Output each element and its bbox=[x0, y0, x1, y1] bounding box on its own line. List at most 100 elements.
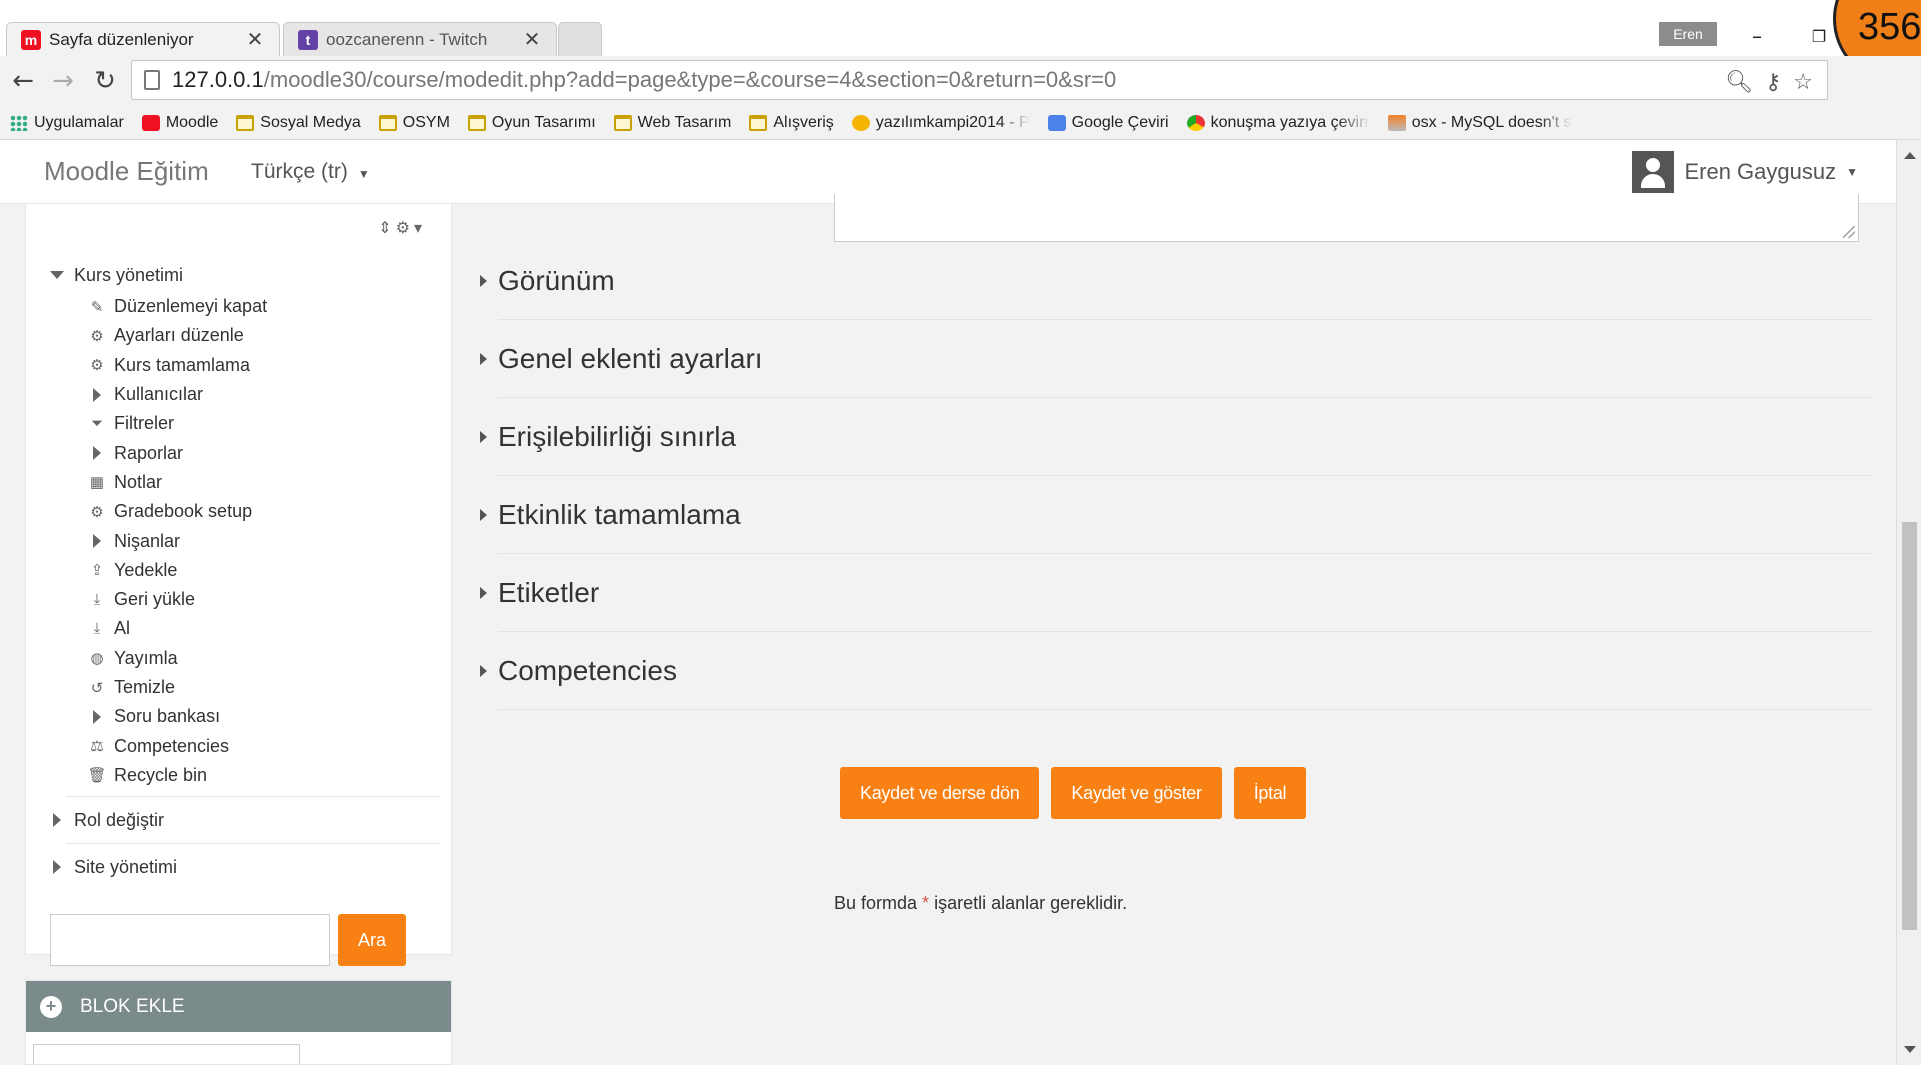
browser-tab-active[interactable]: m Sayfa düzenleniyor ✕ bbox=[6, 22, 280, 56]
browser-tab-twitch[interactable]: t oozcanerenn - Twitch ✕ bbox=[283, 22, 557, 56]
bookmark-folder[interactable]: OSYM bbox=[378, 114, 450, 132]
bookmark-link[interactable]: Google Çeviri bbox=[1047, 114, 1169, 132]
site-brand[interactable]: Moodle Eğitim bbox=[44, 156, 209, 187]
block-actions[interactable]: ⇕⚙▾ bbox=[378, 218, 426, 238]
globe-icon: ◍ bbox=[90, 650, 104, 668]
download-icon: ⤓ bbox=[93, 591, 101, 609]
search-button[interactable]: Ara bbox=[338, 914, 406, 966]
bookmark-folder[interactable]: Oyun Tasarımı bbox=[467, 114, 596, 132]
section-restrict-access[interactable]: Erişilebilirliği sınırla bbox=[480, 398, 1872, 476]
tree-item-competencies[interactable]: ⚖ Competencies bbox=[46, 731, 441, 760]
bookmark-link[interactable]: osx - MySQL doesn't s bbox=[1387, 114, 1572, 132]
pencil-icon: ✎ bbox=[90, 298, 104, 316]
language-menu[interactable]: Türkçe (tr) ▼ bbox=[251, 160, 370, 184]
new-tab-button[interactable] bbox=[558, 22, 602, 56]
scroll-down-icon[interactable] bbox=[1904, 1046, 1916, 1053]
expand-arrow-icon bbox=[480, 587, 487, 599]
tree-item-gradebook-setup[interactable]: ⚙ Gradebook setup bbox=[46, 497, 441, 526]
gear-icon: ⚙ bbox=[90, 357, 104, 375]
tree-item-restore[interactable]: ⤓ Geri yükle bbox=[46, 585, 441, 614]
restore-icon[interactable]: ❐ bbox=[1804, 22, 1834, 50]
content-editor[interactable] bbox=[834, 194, 1859, 242]
tree-item-edit-off[interactable]: ✎ Düzenlemeyi kapat bbox=[46, 292, 441, 321]
add-block-select[interactable] bbox=[33, 1044, 300, 1065]
close-tab-icon[interactable]: ✕ bbox=[522, 27, 542, 52]
bookmark-folder[interactable]: Web Tasarım bbox=[613, 114, 731, 132]
tree-item-filters[interactable]: ⏷ Filtreler bbox=[46, 409, 441, 438]
window-bottom-edge bbox=[0, 1065, 1921, 1080]
competencies-icon: ⚖ bbox=[90, 738, 104, 756]
tree-item-users[interactable]: Kullanıcılar bbox=[46, 380, 441, 409]
expand-arrow-icon bbox=[480, 431, 487, 443]
tree-node-site-admin[interactable]: Site yönetimi bbox=[46, 850, 441, 884]
scroll-up-icon[interactable] bbox=[1904, 152, 1916, 159]
forward-arrow-icon[interactable]: → bbox=[48, 66, 78, 96]
page-icon bbox=[144, 70, 160, 90]
add-block-header[interactable]: + BLOK EKLE bbox=[26, 981, 451, 1032]
tree-node-course-admin[interactable]: Kurs yönetimi bbox=[46, 258, 441, 292]
tab-strip: m Sayfa düzenleniyor ✕ t oozcanerenn - T… bbox=[0, 0, 1921, 84]
folder-icon bbox=[236, 114, 255, 131]
address-bar-row: ← → ↻ 127.0.0.1/moodle30/course/modedit.… bbox=[0, 56, 1921, 148]
resize-grip-icon[interactable] bbox=[1843, 226, 1855, 238]
avatar bbox=[1632, 150, 1675, 193]
tree-item-badges[interactable]: Nişanlar bbox=[46, 526, 441, 555]
save-and-display-button[interactable]: Kaydet ve göster bbox=[1051, 767, 1222, 819]
add-block-panel: + BLOK EKLE bbox=[25, 980, 452, 1065]
minimize-icon[interactable]: – bbox=[1742, 22, 1772, 50]
bookmark-moodle[interactable]: Moodle bbox=[141, 114, 218, 132]
save-and-return-button[interactable]: Kaydet ve derse dön bbox=[840, 767, 1040, 819]
tree-item-backup[interactable]: ⇪ Yedekle bbox=[46, 556, 441, 585]
close-tab-icon[interactable]: ✕ bbox=[245, 27, 265, 52]
bookmark-folder[interactable]: Alışveriş bbox=[749, 114, 834, 132]
move-icon[interactable]: ⇕ bbox=[378, 220, 395, 237]
tree-item-grades[interactable]: ▦ Notlar bbox=[46, 468, 441, 497]
required-fields-note: Bu formda * işaretli alanlar gereklidir. bbox=[834, 893, 1128, 913]
section-tags[interactable]: Etiketler bbox=[480, 554, 1872, 632]
collapse-arrow-icon bbox=[46, 265, 68, 285]
url-host: 127.0.0.1 bbox=[172, 67, 264, 92]
key-icon[interactable]: ⚷ bbox=[1765, 69, 1781, 95]
scrollbar-thumb[interactable] bbox=[1902, 522, 1917, 930]
admin-search-input[interactable] bbox=[50, 914, 330, 966]
tree-item-recycle-bin[interactable]: 🗑︎ Recycle bin bbox=[46, 761, 441, 790]
tree-item-reports[interactable]: Raporlar bbox=[46, 438, 441, 467]
cancel-button[interactable]: İptal bbox=[1233, 767, 1307, 819]
url-input[interactable]: 127.0.0.1/moodle30/course/modedit.php?ad… bbox=[131, 60, 1828, 100]
expand-arrow-icon bbox=[480, 353, 487, 365]
caret-down-icon: ▼ bbox=[1846, 164, 1858, 179]
profile-badge[interactable]: Eren bbox=[1659, 22, 1717, 46]
expand-arrow-icon bbox=[480, 509, 487, 521]
zoom-icon[interactable]: 🔍︎ bbox=[1725, 69, 1753, 95]
user-menu[interactable]: Eren Gaygusuz ▼ bbox=[1632, 150, 1858, 193]
tree-item-edit-settings[interactable]: ⚙ Ayarları düzenle bbox=[46, 321, 441, 350]
expand-arrow-icon bbox=[46, 857, 68, 877]
page-scrollbar[interactable] bbox=[1896, 140, 1921, 1065]
folder-icon bbox=[378, 114, 397, 131]
bookmark-star-icon[interactable]: ☆ bbox=[1793, 69, 1813, 95]
section-activity-completion[interactable]: Etkinlik tamamlama bbox=[480, 476, 1872, 554]
bookmark-link[interactable]: konuşma yazıya çevirr bbox=[1186, 114, 1370, 132]
bookmark-apps[interactable]: Uygulamalar bbox=[10, 114, 124, 132]
url-path: /moodle30/course/modedit.php?add=page&ty… bbox=[263, 67, 1117, 92]
gear-icon[interactable]: ⚙▾ bbox=[396, 220, 426, 237]
upload-icon: ⇪ bbox=[90, 562, 104, 580]
bookmarks-bar: Uygulamalar Moodle Sosyal Medya OSYM Oyu… bbox=[0, 106, 1921, 140]
tiger-icon bbox=[851, 114, 870, 131]
section-common-module-settings[interactable]: Genel eklenti ayarları bbox=[480, 320, 1872, 398]
filter-icon: ⏷ bbox=[90, 415, 103, 433]
reload-icon[interactable]: ↻ bbox=[90, 66, 120, 96]
tree-item-publish[interactable]: ◍ Yayımla bbox=[46, 644, 441, 673]
expand-arrow-icon bbox=[86, 385, 108, 405]
section-competencies[interactable]: Competencies bbox=[480, 632, 1872, 710]
expand-arrow-icon bbox=[86, 531, 108, 551]
bookmark-folder[interactable]: Sosyal Medya bbox=[236, 114, 361, 132]
back-arrow-icon[interactable]: ← bbox=[8, 66, 38, 96]
tree-node-switch-role[interactable]: Rol değiştir bbox=[46, 803, 441, 837]
bookmark-link[interactable]: yazılımkampi2014 - P bbox=[851, 114, 1030, 132]
section-appearance[interactable]: Görünüm bbox=[480, 242, 1872, 320]
tree-item-course-completion[interactable]: ⚙ Kurs tamamlama bbox=[46, 351, 441, 380]
tree-item-question-bank[interactable]: Soru bankası bbox=[46, 702, 441, 731]
tree-item-reset[interactable]: ↺ Temizle bbox=[46, 673, 441, 702]
tree-item-import[interactable]: ⤓ Al bbox=[46, 614, 441, 643]
